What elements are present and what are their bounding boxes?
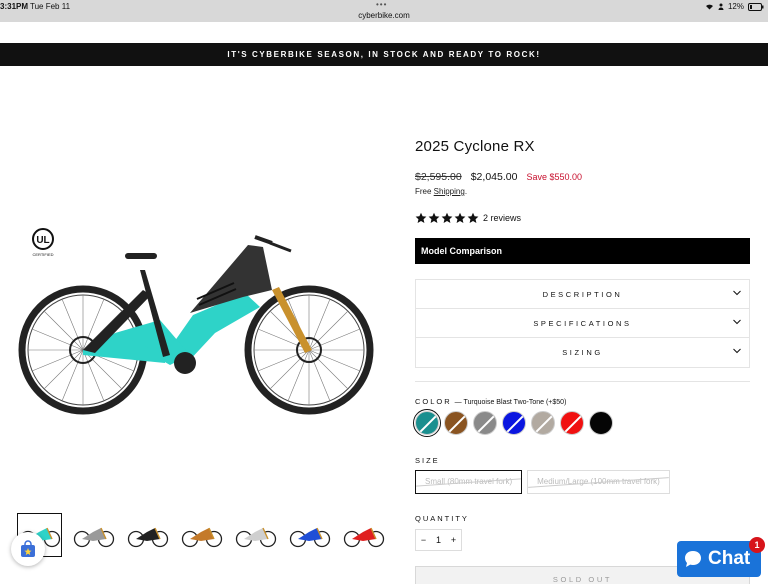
battery-icon	[748, 2, 764, 11]
thumbnail-5[interactable]	[233, 513, 278, 557]
status-icons: 12%	[705, 2, 764, 11]
quantity-label: QUANTITY	[415, 514, 469, 523]
chevron-down-icon	[733, 348, 741, 354]
accordion-description[interactable]: DESCRIPTION	[416, 280, 749, 309]
star-icon	[467, 212, 479, 223]
accordion-label: SIZING	[562, 348, 603, 357]
star-icon	[441, 212, 453, 223]
color-heading: COLOR	[415, 397, 452, 406]
wifi-icon	[705, 4, 713, 10]
accordion-label: SPECIFICATIONS	[533, 318, 632, 328]
bike-thumbnail-icon	[235, 527, 276, 548]
size-label: SIZE	[415, 456, 440, 465]
shipping-note: Free Shipping.	[415, 187, 467, 196]
review-count[interactable]: 2 reviews	[483, 213, 521, 223]
divider	[415, 381, 750, 382]
size-option-small[interactable]: Small (80mm travel fork)	[415, 470, 523, 494]
increase-quantity-button[interactable]: +	[451, 535, 456, 545]
browser-status-bar: 3:31PM Tue Feb 11 ••• cyberbike.com 12%	[0, 0, 768, 22]
shopping-bag-icon	[21, 540, 35, 557]
thumbnail-strip	[17, 513, 386, 557]
original-price: $2,595.00	[415, 171, 462, 183]
shipping-prefix: Free	[415, 187, 434, 196]
bike-thumbnail-icon	[181, 527, 222, 548]
unavailable-slash	[562, 413, 583, 434]
chat-bubble-icon	[685, 551, 701, 567]
product-title: 2025 Cyclone RX	[415, 138, 535, 155]
thumbnail-3[interactable]	[125, 513, 170, 557]
bike-thumbnail-icon	[73, 527, 114, 548]
bike-thumbnail-icon	[127, 527, 168, 548]
color-swatch[interactable]	[560, 411, 584, 435]
decrease-quantity-button[interactable]: −	[421, 535, 426, 545]
review-summary[interactable]: 2 reviews	[415, 212, 521, 224]
chevron-down-icon	[733, 319, 741, 325]
unavailable-slash	[504, 413, 525, 434]
product-image[interactable]	[15, 215, 380, 430]
sale-price: $2,045.00	[470, 171, 518, 183]
color-swatches	[413, 409, 613, 437]
bike-thumbnail-icon	[289, 527, 330, 548]
color-swatch[interactable]	[502, 411, 526, 435]
star-icon	[454, 212, 466, 223]
unavailable-slash	[446, 413, 467, 434]
unavailable-slash	[533, 413, 554, 434]
price-block: $2,595.00 $2,045.00 Save $550.00	[415, 171, 582, 183]
address-bar[interactable]: cyberbike.com	[0, 11, 768, 20]
color-swatch[interactable]	[531, 411, 555, 435]
quantity-stepper: − 1 +	[415, 529, 462, 551]
announcement-bar[interactable]: IT'S CYBERBIKE SEASON, IN STOCK AND READ…	[0, 43, 768, 66]
quantity-value[interactable]: 1	[436, 535, 441, 545]
savings-text: Save $550.00	[526, 172, 582, 182]
star-icon	[415, 212, 427, 223]
thumbnail-2[interactable]	[71, 513, 116, 557]
color-swatch[interactable]	[473, 411, 497, 435]
bike-thumbnail-icon	[343, 527, 384, 548]
date: Tue Feb 11	[30, 2, 71, 11]
accordion-label: DESCRIPTION	[542, 289, 623, 299]
thumbnail-6[interactable]	[287, 513, 332, 557]
product-accordion: DESCRIPTION SPECIFICATIONS SIZING	[415, 279, 750, 368]
person-icon	[718, 3, 724, 10]
star-rating	[415, 212, 479, 224]
selected-color: — Turquoise Blast Two-Tone (+$50)	[454, 399, 567, 406]
color-swatch[interactable]	[589, 411, 613, 435]
thumbnail-4[interactable]	[179, 513, 224, 557]
bike-frame	[83, 235, 312, 374]
size-option-medium-large[interactable]: Medium/Large (100mm travel fork)	[527, 470, 670, 494]
chevron-down-icon	[733, 290, 741, 296]
clock: 3:31PM	[0, 2, 29, 11]
model-comparison-button[interactable]: Model Comparison	[415, 238, 750, 264]
color-swatch[interactable]	[413, 409, 441, 437]
battery-percent: 12%	[727, 2, 744, 11]
unavailable-slash	[475, 413, 496, 434]
shop-app-badge[interactable]	[11, 532, 45, 566]
accordion-specifications[interactable]: SPECIFICATIONS	[416, 309, 749, 338]
chat-notification-badge: 1	[749, 537, 765, 553]
thumbnail-7[interactable]	[341, 513, 386, 557]
more-dots-icon[interactable]: •••	[376, 0, 387, 9]
unavailable-slash	[417, 413, 438, 434]
color-swatch[interactable]	[444, 411, 468, 435]
accordion-sizing[interactable]: SIZING	[416, 338, 749, 367]
shipping-suffix: .	[464, 187, 468, 196]
chat-label: Chat	[708, 548, 751, 569]
color-label: COLOR — Turquoise Blast Two-Tone (+$50)	[415, 397, 566, 406]
shipping-link[interactable]: Shipping	[434, 187, 465, 196]
size-options: Small (80mm travel fork) Medium/Large (1…	[415, 470, 670, 494]
star-icon	[428, 212, 440, 223]
